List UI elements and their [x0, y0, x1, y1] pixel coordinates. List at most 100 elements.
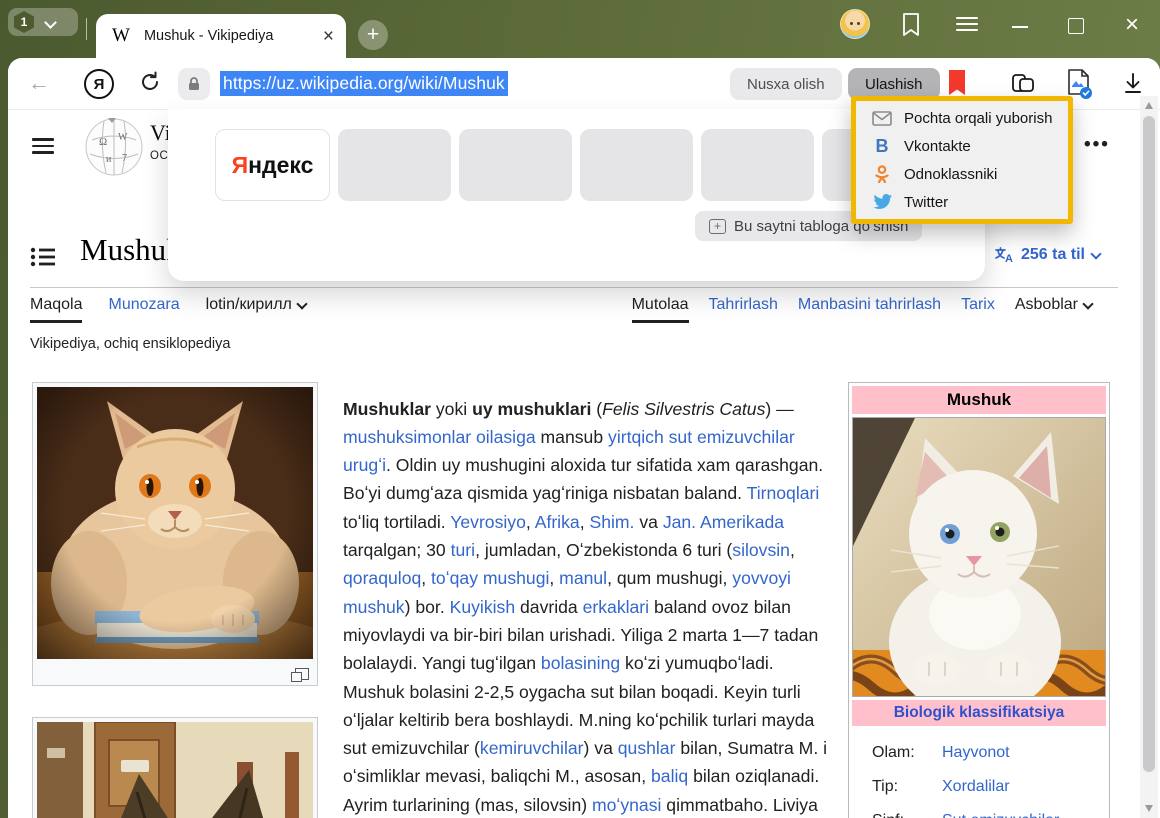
tab-maqola[interactable]: Maqola	[30, 296, 82, 323]
share-menu-item-mail[interactable]: Pochta orqali yuborish	[856, 104, 1068, 132]
share-menu-item-vkontakte[interactable]: В Vkontakte	[856, 132, 1068, 160]
page-title: Mushuk	[80, 232, 182, 268]
chevron-down-icon[interactable]	[44, 16, 57, 29]
tab-mutolaa[interactable]: Mutolaa	[632, 296, 689, 323]
share-menu-item-odnoklassniki[interactable]: Odnoklassniki	[856, 160, 1068, 188]
tab-asboblar[interactable]: Asboblar	[1015, 296, 1092, 314]
infobox-link[interactable]: Sut emizuvchilar	[942, 812, 1059, 818]
tab-title: Mushuk - Vikipediya	[144, 28, 323, 44]
text-segment: Mushuklar	[343, 399, 431, 419]
wiki-link[interactable]: baliq	[651, 766, 688, 786]
title-bar: 1 W Mushuk - Vikipediya × + ×	[0, 0, 1160, 58]
copy-url-button[interactable]: Nusxa olish	[730, 68, 842, 100]
infobox-row: Tip: Xordalilar	[872, 770, 1100, 804]
wikipedia-logo[interactable]: Ω W и 7	[82, 114, 146, 183]
back-button[interactable]: ←	[28, 71, 50, 95]
text-segment: davrida	[515, 597, 582, 617]
language-selector[interactable]: A 256 ta til	[994, 246, 1100, 264]
window-maximize-button[interactable]	[1068, 18, 1084, 34]
scroll-down-arrow[interactable]	[1145, 805, 1153, 812]
wiki-link[interactable]: qoraquloq	[343, 568, 421, 588]
contents-list-icon[interactable]	[30, 246, 56, 273]
page-scrollbar[interactable]	[1140, 96, 1158, 818]
text-segment: ) bor.	[405, 597, 450, 617]
mail-icon	[870, 111, 894, 126]
svg-text:7: 7	[122, 153, 127, 164]
tab-manbasini-tahrirlash[interactable]: Manbasini tahrirlash	[798, 296, 941, 314]
bookmark-added-icon[interactable]	[949, 70, 965, 95]
reload-icon[interactable]	[138, 70, 162, 99]
tab-group-pill[interactable]: 1	[8, 8, 78, 36]
browser-menu-icon[interactable]	[956, 17, 978, 31]
tab-tahrirlash[interactable]: Tahrirlash	[709, 296, 778, 314]
browser-tab[interactable]: W Mushuk - Vikipediya ×	[96, 14, 346, 58]
wiki-link[interactable]: manul	[559, 568, 607, 588]
share-menu-item-twitter[interactable]: Twitter	[856, 188, 1068, 216]
wiki-link[interactable]: Shim.	[589, 512, 634, 532]
text-segment: ) —	[765, 399, 793, 419]
text-segment: uy mushuklari	[472, 399, 591, 419]
lock-icon[interactable]	[178, 68, 210, 100]
bookmarks-icon[interactable]	[900, 12, 924, 36]
wiki-link[interactable]: Jan. Amerikada	[663, 512, 784, 532]
text-segment: tarqalgan; 30	[343, 540, 451, 560]
tab-close-icon[interactable]: ×	[323, 27, 334, 46]
wiki-link[interactable]: Afrika	[535, 512, 580, 532]
wiki-link[interactable]: Yevrosiyo	[450, 512, 526, 532]
window-close-button[interactable]: ×	[1120, 8, 1144, 42]
text-segment: Felis Silvestris Catus	[602, 399, 765, 419]
text-segment: va	[634, 512, 662, 532]
article-paragraph: Mushuklar yoki uy mushuklari (Felis Silv…	[343, 395, 839, 818]
infobox-image-white-kitten[interactable]	[852, 417, 1106, 697]
wiki-link[interactable]: qushlar	[618, 738, 676, 758]
svg-text:и: и	[106, 154, 112, 165]
wiki-link[interactable]: silovsin	[732, 540, 790, 560]
svg-text:W: W	[118, 132, 128, 143]
tab-tarix[interactable]: Tarix	[961, 296, 995, 314]
wiki-link[interactable]: turi	[451, 540, 475, 560]
enlarge-icon[interactable]	[295, 668, 309, 680]
yandex-search-icon[interactable]: Я	[84, 69, 114, 99]
address-bar[interactable]: https://uz.wikipedia.org/wiki/Mushuk	[220, 71, 508, 96]
infobox-link[interactable]: Hayvonot	[942, 744, 1010, 762]
wiki-link[interactable]: bolasining	[541, 653, 620, 673]
infobox-section-header[interactable]: Biologik klassifikatsiya	[852, 700, 1106, 726]
share-menu: Pochta orqali yuborish В Vkontakte Odnok…	[851, 96, 1073, 224]
wiki-menu-icon[interactable]	[32, 138, 54, 154]
more-options-icon[interactable]: •••	[1084, 134, 1110, 156]
text-segment: yoki	[431, 399, 472, 419]
wiki-link[interactable]: toʻqay mushugi	[431, 568, 549, 588]
wikipedia-favicon: W	[112, 25, 130, 47]
wiki-link[interactable]: moʻynasi	[592, 795, 661, 815]
language-icon: A	[994, 246, 1014, 264]
site-tile[interactable]	[459, 129, 572, 201]
site-tile[interactable]	[338, 129, 451, 201]
tab-munozara[interactable]: Munozara	[108, 296, 179, 314]
wiki-link[interactable]: mushuksimonlar oilasiga	[343, 427, 536, 447]
vk-icon: В	[870, 136, 894, 157]
scroll-up-arrow[interactable]	[1145, 102, 1153, 109]
scrollbar-thumb[interactable]	[1143, 116, 1155, 772]
article-image-ginger-cat[interactable]	[32, 382, 318, 686]
wiki-link[interactable]: kemiruvchilar	[480, 738, 584, 758]
infobox-link[interactable]: Xordalilar	[942, 778, 1010, 796]
view-tabs: Mutolaa Tahrirlash Manbasini tahrirlash …	[632, 296, 1092, 324]
new-tab-button[interactable]: +	[358, 20, 388, 50]
tab-variant-selector[interactable]: lotin/кирилл	[206, 296, 306, 314]
collections-icon[interactable]	[1010, 71, 1036, 97]
site-tile[interactable]	[701, 129, 814, 201]
window-minimize-button[interactable]	[1012, 26, 1028, 28]
tab-group-badge[interactable]: 1	[14, 11, 34, 33]
infobox-row: Sinf: Sut emizuvchilar	[872, 804, 1100, 818]
infobox: Mushuk	[848, 382, 1110, 818]
profile-avatar[interactable]	[840, 9, 870, 39]
article-image-tabby-cat[interactable]	[32, 717, 318, 818]
wiki-link[interactable]: erkaklari	[583, 597, 649, 617]
titlebar-separator	[86, 18, 87, 40]
text-segment: ) va	[584, 738, 618, 758]
site-tile[interactable]	[580, 129, 693, 201]
text-segment: ,	[421, 568, 431, 588]
wiki-link[interactable]: Kuyikish	[450, 597, 516, 617]
wiki-link[interactable]: Tirnoqlari	[747, 483, 820, 503]
yandex-tile[interactable]: Яндекс	[215, 129, 330, 201]
